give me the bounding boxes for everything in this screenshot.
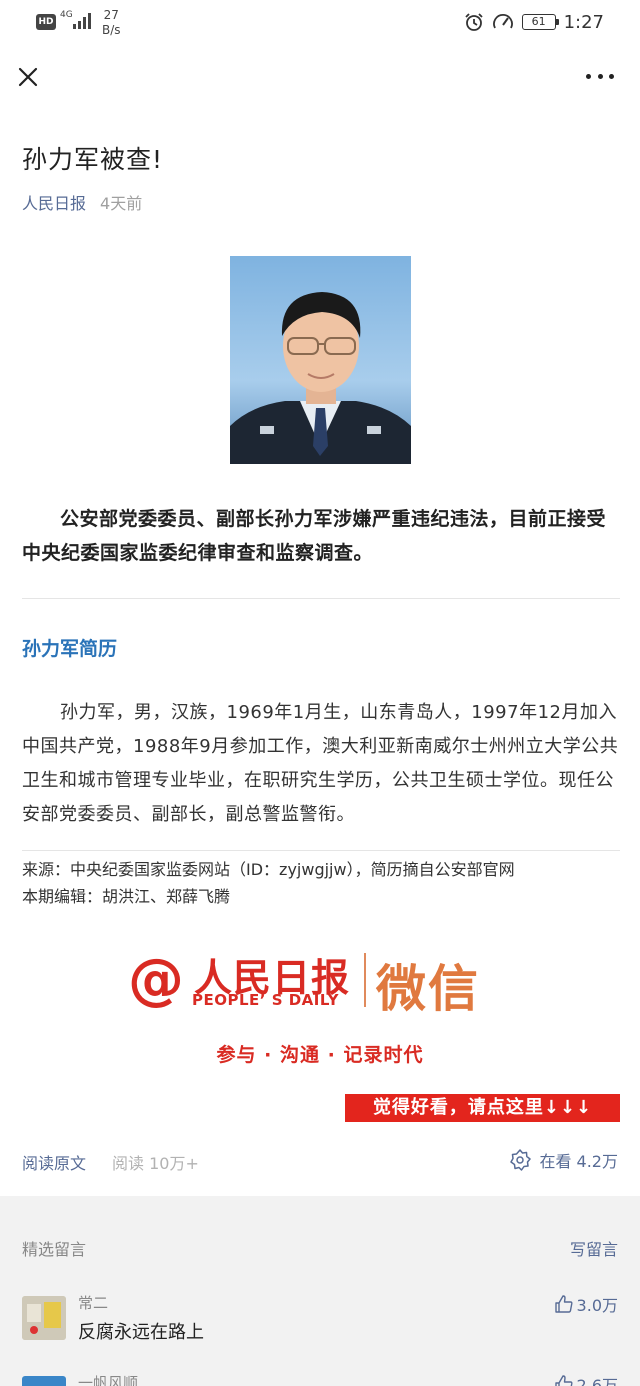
wow-button[interactable]: 在看 4.2万	[509, 1148, 618, 1172]
network-speed-unit: B/s	[102, 23, 121, 37]
slogan: 参与 · 沟通 · 记录时代	[216, 1044, 424, 1066]
wow-count: 在看 4.2万	[539, 1152, 618, 1171]
comment-item: 一帆风顺 2.6万	[22, 1372, 620, 1386]
comment-author: 常二	[78, 1294, 109, 1312]
network-speed-value: 27	[103, 8, 119, 22]
network-speed: 27 B/s	[102, 8, 121, 38]
like-button[interactable]: 2.6万	[554, 1372, 618, 1386]
status-right: 61 1:27	[464, 10, 604, 34]
like-button[interactable]: 3.0万	[554, 1292, 618, 1316]
status-bar: HD 4G 27 B/s 61 1:27	[0, 0, 640, 48]
alarm-icon	[464, 13, 483, 31]
wow-icon	[510, 1149, 532, 1171]
hd-indicator: HD	[36, 14, 56, 30]
speedometer-icon	[492, 14, 513, 29]
read-original-link[interactable]: 阅读原文	[22, 1150, 86, 1174]
signal-icon	[73, 13, 91, 29]
source-text: 来源：中央纪委国家监委网站（ID：zyjwgjjw），简历摘自公安部官网	[22, 860, 515, 879]
comment-author: 一帆风顺	[78, 1374, 139, 1386]
logo-separator	[364, 953, 366, 1007]
close-icon[interactable]	[14, 63, 42, 91]
avatar[interactable]	[22, 1376, 66, 1386]
comments-heading: 精选留言	[22, 1240, 87, 1259]
battery-icon: 61	[521, 14, 559, 30]
thumbs-up-icon	[554, 1375, 573, 1386]
clock: 1:27	[563, 11, 604, 33]
more-options-icon[interactable]	[586, 74, 614, 80]
article-meta: 人民日报 4天前	[22, 190, 142, 214]
thumbs-up-icon	[554, 1295, 573, 1313]
portrait-illustration	[230, 292, 411, 464]
avatar[interactable]	[22, 1296, 66, 1340]
account-name-link[interactable]: 人民日报	[22, 190, 86, 214]
read-count: 阅读 10万+	[112, 1154, 199, 1173]
comment-item: 常二 反腐永远在路上 3.0万	[22, 1292, 620, 1352]
section-title: 孙力军简历	[22, 638, 118, 660]
divider	[22, 850, 620, 851]
comments-section: 精选留言 写留言 常二 反腐永远在路上 3.0万 一帆风顺 2.6万	[0, 1196, 640, 1386]
source-block: 来源：中央纪委国家监委网站（ID：zyjwgjjw），简历摘自公安部官网 本期编…	[22, 856, 620, 910]
article-title: 孙力军被查!	[22, 145, 164, 174]
network-type: 4G	[60, 10, 73, 20]
logo-wechat: 微信	[376, 960, 480, 1018]
divider	[22, 598, 620, 599]
logo-english: PEOPLE’ S DAILY	[192, 991, 339, 1009]
nav-bar	[0, 48, 640, 110]
publish-time: 4天前	[100, 194, 143, 213]
article-stats: 阅读原文 阅读 10万+ 在看 4.2万	[0, 1146, 640, 1176]
editor-text: 本期编辑：胡洪江、郑薛飞腾	[22, 887, 231, 906]
like-count: 3.0万	[576, 1296, 618, 1315]
comment-text: 反腐永远在路上	[78, 1322, 204, 1343]
portrait-photo[interactable]	[230, 256, 411, 464]
like-count: 2.6万	[576, 1376, 618, 1386]
write-comment-link[interactable]: 写留言	[570, 1236, 618, 1260]
peoples-daily-wechat-logo: @ 人民日报 PEOPLE’ S DAILY 微信	[128, 945, 498, 1018]
bio-paragraph: 孙力军，男，汉族，1969年1月生，山东青岛人，1997年12月加入中国共产党，…	[22, 702, 619, 825]
avatar-image	[22, 1296, 66, 1340]
lead-paragraph: 公安部党委委员、副部长孙力军涉嫌严重违纪违法，目前正接受中央纪委国家监委纪律审查…	[22, 508, 607, 564]
logo-at-symbol: @	[128, 947, 184, 1012]
cta-banner[interactable]: 觉得好看，请点这里↓↓↓	[345, 1094, 620, 1122]
